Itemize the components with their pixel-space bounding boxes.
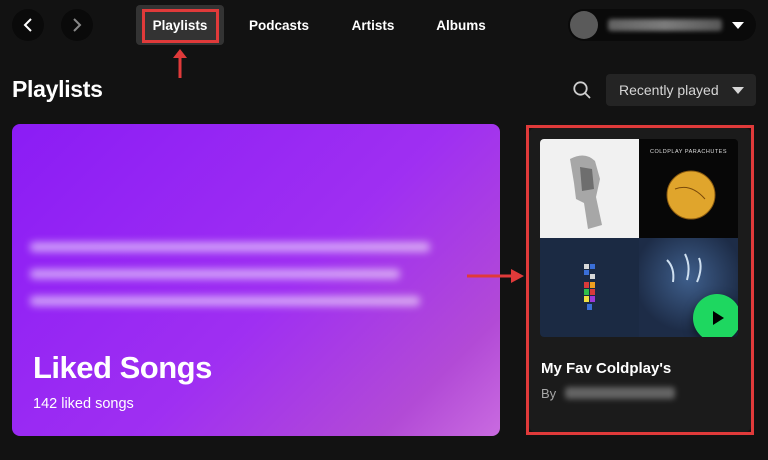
cover-caption: COLDPLAY PARACHUTES [649, 149, 728, 155]
liked-songs-card[interactable]: Liked Songs 142 liked songs [12, 124, 500, 436]
playlist-by-label: By [541, 386, 557, 401]
tab-label: Albums [436, 17, 486, 33]
cover-art-x-and-y [540, 238, 639, 337]
playlist-card[interactable]: COLDPLAY PARACHUTES My Fav Coldplay's By [529, 128, 751, 432]
playlist-owner-redacted [565, 387, 675, 399]
tab-label: Podcasts [248, 17, 310, 33]
caret-down-icon [732, 21, 744, 29]
chevron-left-icon [23, 18, 32, 32]
forward-button[interactable] [61, 9, 93, 41]
cover-art-parachutes: COLDPLAY PARACHUTES [639, 139, 738, 238]
tab-label: Artists [351, 17, 395, 33]
tab-artists[interactable]: Artists [338, 5, 408, 45]
annotation-arrow-up [173, 49, 187, 78]
play-icon [713, 311, 724, 325]
caret-down-icon [732, 87, 744, 94]
avatar-icon [570, 11, 598, 39]
chevron-right-icon [73, 18, 82, 32]
tab-label: Playlists [152, 17, 208, 33]
page-title: Playlists [12, 76, 103, 102]
search-icon[interactable] [572, 80, 592, 100]
play-button[interactable] [693, 294, 738, 337]
top-bar: Playlists Podcasts Artists Albums [0, 0, 768, 48]
playlist-title: My Fav Coldplay's [541, 360, 672, 377]
playlist-cover: COLDPLAY PARACHUTES [540, 139, 738, 337]
annotation-arrow-right [467, 269, 524, 283]
user-name-redacted [608, 19, 722, 31]
sort-dropdown[interactable]: Recently played [606, 74, 756, 106]
tab-albums[interactable]: Albums [424, 5, 498, 45]
user-menu-button[interactable] [568, 9, 756, 41]
liked-songs-count: 142 liked songs [33, 396, 134, 412]
sort-label: Recently played [619, 82, 719, 98]
back-button[interactable] [12, 9, 44, 41]
liked-songs-title: Liked Songs [33, 350, 212, 385]
tab-podcasts[interactable]: Podcasts [236, 5, 322, 45]
tab-playlists[interactable]: Playlists [136, 5, 224, 45]
blurred-song-list [30, 242, 450, 323]
cover-art-rush-of-blood [540, 139, 639, 238]
